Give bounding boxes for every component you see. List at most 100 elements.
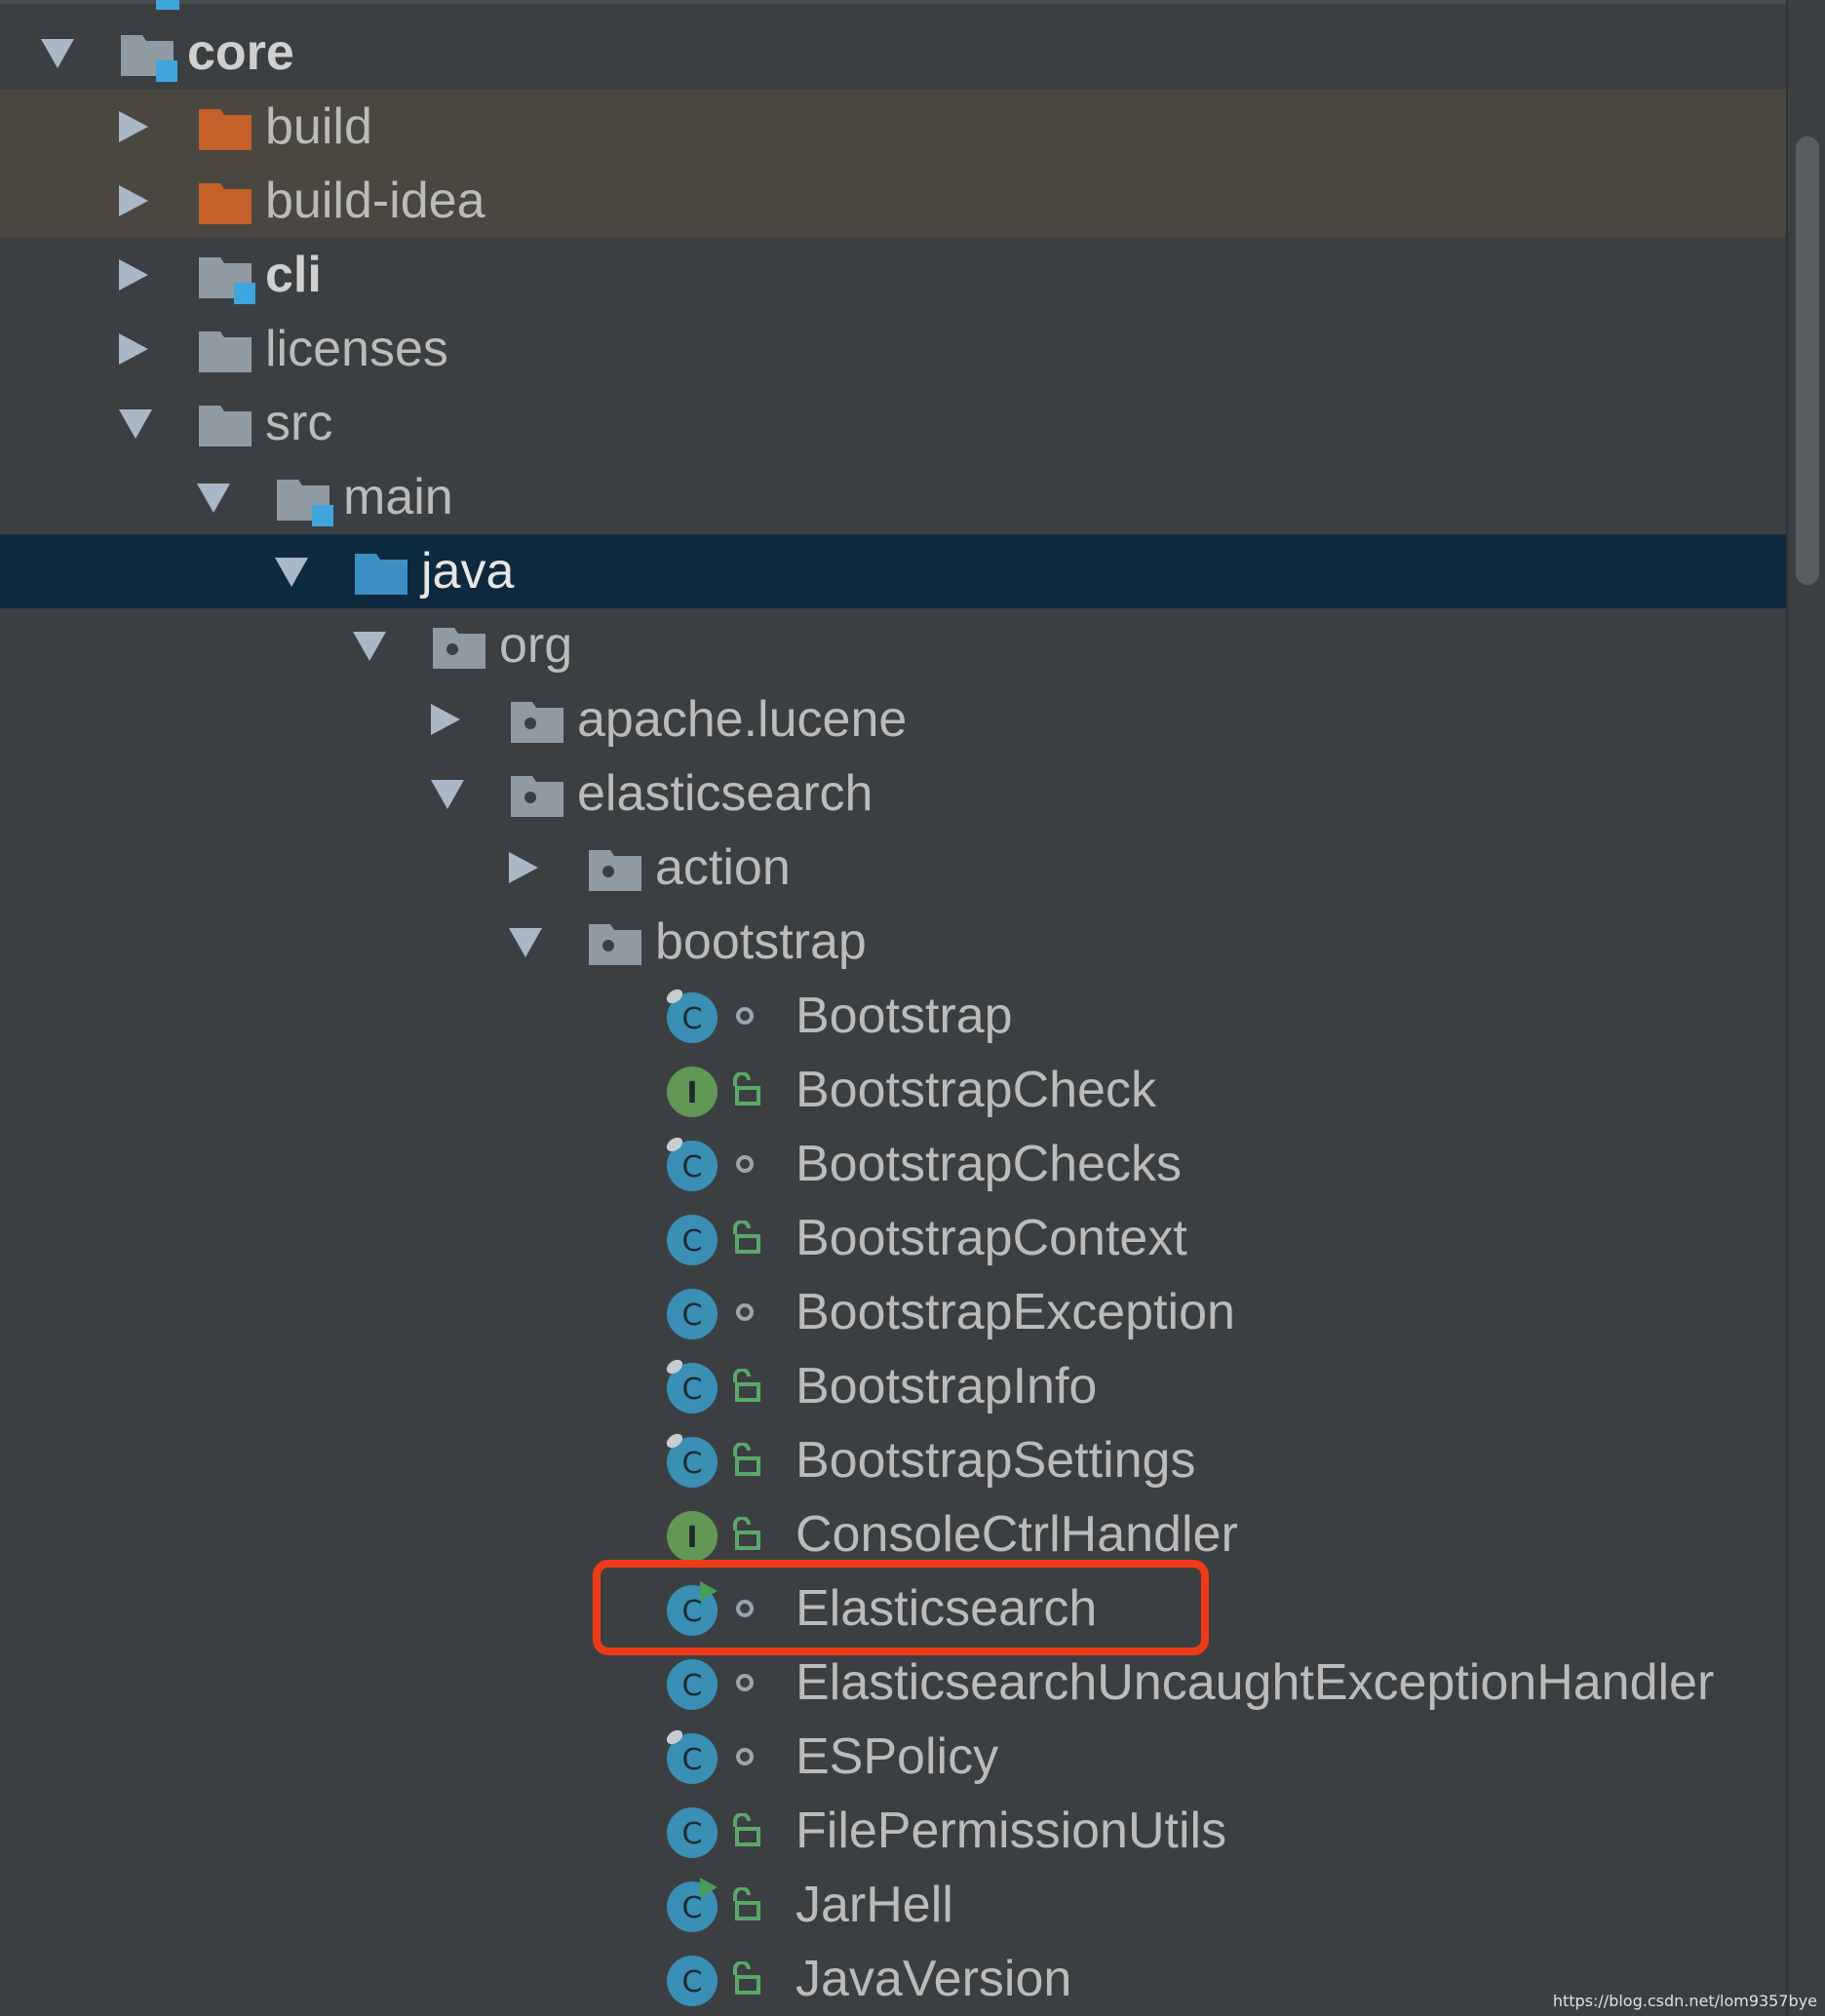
- tree-row-label: JavaVersion: [796, 1951, 1072, 2007]
- tree-row-label: elasticsearch: [577, 765, 874, 822]
- tree-row-licenses[interactable]: licenses: [0, 312, 1786, 386]
- expand-arrow-down-icon[interactable]: [353, 632, 386, 661]
- svg-text:C: C: [682, 1373, 703, 1407]
- svg-text:C: C: [682, 1965, 703, 1999]
- svg-text:C: C: [682, 1150, 703, 1184]
- tree-row-label: core: [187, 24, 294, 81]
- package-folder-icon: [587, 916, 645, 967]
- tree-row-action[interactable]: action: [0, 831, 1786, 905]
- package-folder-icon: [509, 768, 567, 819]
- public-lock-icon: [727, 1960, 762, 1997]
- expand-arrow-down-icon[interactable]: [119, 409, 152, 439]
- module-folder-icon: [275, 472, 333, 526]
- tree-row-label: BootstrapException: [796, 1284, 1235, 1340]
- scrollbar-thumb[interactable]: [1796, 136, 1819, 585]
- public-lock-icon: [727, 1071, 762, 1107]
- class-icon: C: [663, 1950, 721, 2006]
- tree-row-src[interactable]: src: [0, 386, 1786, 460]
- tree-row-label: BootstrapInfo: [796, 1358, 1098, 1415]
- tree-row-bootstrapcheck[interactable]: I BootstrapCheck: [0, 1053, 1786, 1127]
- project-tree[interactable]: core build build-idea cli licenses src main jav…: [0, 0, 1786, 2016]
- tree-row-label: BootstrapContext: [796, 1210, 1187, 1266]
- runnable-class-icon: C: [663, 1876, 721, 1932]
- tree-row-label: licenses: [265, 321, 448, 377]
- public-lock-icon: [727, 1220, 762, 1256]
- expand-arrow-right-icon[interactable]: [119, 111, 148, 142]
- tree-row-label: JarHell: [796, 1877, 953, 1933]
- tree-row-bootstrap[interactable]: C Bootstrap: [0, 979, 1786, 1053]
- package-private-icon: [727, 1739, 762, 1774]
- tree-row-label: ESPolicy: [796, 1728, 999, 1785]
- class-icon: C: [663, 1357, 721, 1414]
- package-folder-icon: [431, 620, 489, 671]
- tree-row-bootstrapchecks[interactable]: C BootstrapChecks: [0, 1127, 1786, 1201]
- tree-row-label: bootstrap: [655, 913, 867, 970]
- module-folder-icon: [197, 250, 255, 304]
- class-icon: C: [663, 1727, 721, 1784]
- package-private-icon: [727, 1146, 762, 1182]
- tree-row-espolicy[interactable]: C ESPolicy: [0, 1720, 1786, 1794]
- tree-row-label: build: [265, 98, 372, 155]
- folder-icon: [197, 398, 255, 448]
- package-private-icon: [727, 998, 762, 1033]
- module-folder-icon: [119, 27, 177, 82]
- tree-row-core[interactable]: core: [0, 16, 1786, 90]
- tree-row-jarhell[interactable]: C JarHell: [0, 1868, 1786, 1942]
- package-private-icon: [727, 1295, 762, 1330]
- excluded-folder-icon: [197, 175, 255, 226]
- tree-row-label: org: [499, 617, 573, 674]
- public-lock-icon: [727, 1886, 762, 1922]
- tree-row-elasticsearch[interactable]: elasticsearch: [0, 756, 1786, 831]
- highlight-annotation: [593, 1560, 1209, 1655]
- tree-row-filepermissionutils[interactable]: C FilePermissionUtils: [0, 1794, 1786, 1868]
- tree-row-java[interactable]: java: [0, 534, 1786, 608]
- expand-arrow-down-icon[interactable]: [197, 484, 230, 513]
- svg-text:I: I: [686, 1076, 697, 1110]
- tree-row-elasticsearchuncaughtexceptionhandler[interactable]: C ElasticsearchUncaughtExceptionHandler: [0, 1646, 1786, 1720]
- expand-arrow-down-icon[interactable]: [509, 928, 542, 957]
- tree-row-bootstrapcontext[interactable]: C BootstrapContext: [0, 1201, 1786, 1275]
- public-lock-icon: [727, 1368, 762, 1404]
- tree-row-cli[interactable]: cli: [0, 238, 1786, 312]
- tree-row-bootstrapsettings[interactable]: C BootstrapSettings: [0, 1423, 1786, 1497]
- svg-text:C: C: [682, 1002, 703, 1036]
- source-root-folder-icon: [353, 546, 411, 597]
- interface-icon: I: [663, 1505, 721, 1562]
- tree-row-label: FilePermissionUtils: [796, 1803, 1227, 1859]
- expand-arrow-down-icon[interactable]: [275, 558, 308, 587]
- tree-row-apache-lucene[interactable]: apache.lucene: [0, 682, 1786, 756]
- expand-arrow-down-icon[interactable]: [41, 39, 74, 68]
- excluded-folder-icon: [197, 101, 255, 152]
- tree-row-bootstrap[interactable]: bootstrap: [0, 905, 1786, 979]
- public-lock-icon: [727, 1442, 762, 1478]
- tree-row-javaversion[interactable]: C JavaVersion: [0, 1942, 1786, 2016]
- svg-text:C: C: [682, 1817, 703, 1851]
- tree-row-org[interactable]: org: [0, 608, 1786, 682]
- class-icon: C: [663, 1283, 721, 1339]
- expand-arrow-down-icon[interactable]: [431, 780, 464, 809]
- svg-text:C: C: [682, 1447, 703, 1481]
- public-lock-icon: [727, 1516, 762, 1552]
- tree-row-label: action: [655, 839, 791, 896]
- expand-arrow-right-icon[interactable]: [119, 333, 148, 365]
- tree-row-label: apache.lucene: [577, 691, 908, 748]
- public-lock-icon: [727, 1812, 762, 1848]
- tree-row-build[interactable]: build: [0, 90, 1786, 164]
- tree-row-bootstrapinfo[interactable]: C BootstrapInfo: [0, 1349, 1786, 1423]
- expand-arrow-right-icon[interactable]: [119, 259, 148, 291]
- class-icon: C: [663, 1135, 721, 1191]
- watermark-text: https://blog.csdn.net/lom9357bye: [1552, 1992, 1817, 2010]
- svg-text:C: C: [682, 1669, 703, 1703]
- tree-row-label: cli: [265, 247, 322, 303]
- expand-arrow-right-icon[interactable]: [119, 185, 148, 216]
- tree-row-build-idea[interactable]: build-idea: [0, 164, 1786, 238]
- expand-arrow-right-icon[interactable]: [431, 704, 460, 735]
- tree-row-bootstrapexception[interactable]: C BootstrapException: [0, 1275, 1786, 1349]
- svg-text:I: I: [686, 1521, 697, 1555]
- expand-arrow-right-icon[interactable]: [509, 852, 538, 883]
- tree-row-label: ElasticsearchUncaughtExceptionHandler: [796, 1654, 1715, 1711]
- vertical-scrollbar[interactable]: [1786, 0, 1825, 2016]
- svg-text:C: C: [682, 1299, 703, 1333]
- tree-row-main[interactable]: main: [0, 460, 1786, 534]
- package-folder-icon: [587, 842, 645, 893]
